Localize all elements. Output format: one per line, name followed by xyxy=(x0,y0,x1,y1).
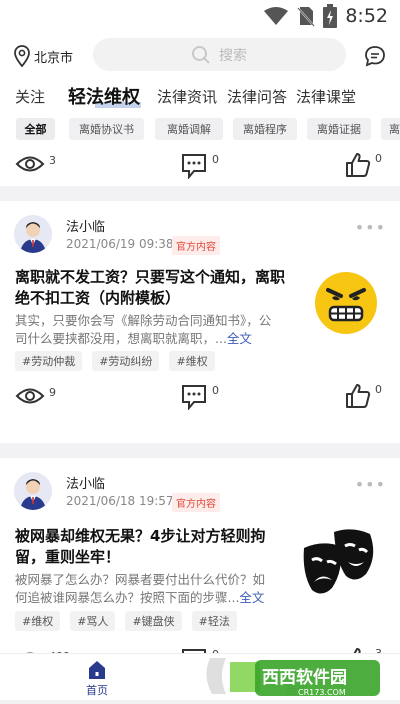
watermark-text: 西西软件园 xyxy=(262,667,347,688)
like-count[interactable]: 0 xyxy=(345,152,382,178)
post-date: 2021/06/19 09:38 xyxy=(66,237,174,251)
author-name[interactable]: 法小临 xyxy=(66,473,105,492)
full-text-link[interactable]: 全文 xyxy=(227,331,252,346)
chip-divorce-evidence[interactable]: 离婚证据 xyxy=(307,118,371,140)
lawyer-avatar-icon xyxy=(14,472,52,510)
search-input[interactable]: 搜索 xyxy=(93,38,346,71)
top-bar: 北京市 搜索 xyxy=(0,34,400,78)
tab-legal-news[interactable]: 法律资讯 xyxy=(157,86,217,107)
tag-item[interactable]: #键盘侠 xyxy=(125,611,182,631)
article-excerpt[interactable]: 被网暴了怎么办？网暴者要付出什么代价？如何追被谁网暴怎么办？按照下面的步骤...… xyxy=(15,571,277,607)
article-card[interactable]: 法小临 2021/06/19 09:38 官方内容 ••• 离职就不发工资？只要… xyxy=(0,201,400,443)
tab-rights-protection[interactable]: 轻法维权 xyxy=(68,83,140,109)
chip-divorce-mediation[interactable]: 离婚调解 xyxy=(155,118,223,140)
nav-home[interactable]: 首页 xyxy=(86,660,108,698)
comment-count[interactable]: 0 xyxy=(180,153,219,179)
tab-legal-qa[interactable]: 法律问答 xyxy=(227,86,287,107)
previous-card-stats: 3 0 0 xyxy=(0,148,400,186)
theater-masks-icon xyxy=(303,529,374,594)
like-count[interactable]: 0 xyxy=(345,383,382,409)
article-excerpt[interactable]: 其实，只要你会写《解除劳动合同通知书》，公司什么要挟都没用，想离职就离职，...… xyxy=(15,312,277,348)
thumbs-up-icon xyxy=(346,384,371,408)
message-button[interactable] xyxy=(364,45,386,71)
tag-list: #维权 #骂人 #键盘侠 #轻法 xyxy=(15,611,237,631)
search-placeholder: 搜索 xyxy=(219,47,247,64)
chip-divorce-more[interactable]: 离 xyxy=(381,118,400,140)
tag-item[interactable]: #维权 xyxy=(15,611,61,631)
site-watermark: 西西软件园 CR173.COM xyxy=(200,652,400,700)
chip-all[interactable]: 全部 xyxy=(16,118,55,140)
category-tabs: 关注 轻法维权 法律资讯 法律问答 法律课堂 xyxy=(0,78,400,114)
article-title[interactable]: 被网暴却维权无果？4步让对方轻则拘留，重则坐牢！ xyxy=(15,526,285,568)
status-icons: 8:52 xyxy=(263,4,388,28)
location-pin-icon xyxy=(14,45,30,67)
article-thumbnail[interactable] xyxy=(300,528,384,606)
official-badge: 官方内容 xyxy=(172,236,220,255)
comment-icon xyxy=(182,154,206,179)
more-options-icon[interactable]: ••• xyxy=(355,475,386,494)
watermark-url: CR173.COM xyxy=(298,688,346,697)
view-count: 3 xyxy=(15,154,56,174)
tag-item[interactable]: #骂人 xyxy=(70,611,116,631)
battery-charging-icon xyxy=(323,4,338,28)
eye-icon xyxy=(15,156,45,172)
no-sim-icon xyxy=(297,7,316,27)
feed[interactable]: 3 0 0 法小临 2021/06/19 09:38 官方内容 ••• 离职就不… xyxy=(0,148,400,653)
watermark-logo: 西西软件园 CR173.COM xyxy=(206,658,380,697)
full-text-link[interactable]: 全文 xyxy=(239,590,264,605)
filter-chips: 全部 离婚协议书 离婚调解 离婚程序 离婚证据 离 xyxy=(0,114,400,148)
tab-legal-class[interactable]: 法律课堂 xyxy=(296,86,356,107)
comment-count[interactable]: 0 xyxy=(180,384,219,410)
eye-icon xyxy=(15,388,45,404)
wifi-icon xyxy=(264,7,289,25)
article-title[interactable]: 离职就不发工资？只要写这个通知，离职绝不扣工资（内附模板） xyxy=(15,267,285,309)
more-options-icon[interactable]: ••• xyxy=(355,218,386,237)
official-badge: 官方内容 xyxy=(172,493,220,512)
view-count: 9 xyxy=(15,386,56,406)
lawyer-avatar-icon xyxy=(14,215,52,253)
status-time: 8:52 xyxy=(345,5,388,27)
tag-item[interactable]: #轻法 xyxy=(191,611,237,631)
article-thumbnail[interactable] xyxy=(314,271,378,339)
author-name[interactable]: 法小临 xyxy=(66,216,105,235)
author-avatar[interactable] xyxy=(14,472,52,510)
angry-face-icon xyxy=(315,272,377,334)
chip-divorce-procedure[interactable]: 离婚程序 xyxy=(233,118,297,140)
tag-item[interactable]: #劳动仲裁 xyxy=(15,351,83,371)
tag-item[interactable]: #劳动纠纷 xyxy=(92,351,160,371)
location-selector[interactable]: 北京市 xyxy=(14,45,88,67)
article-card[interactable]: 法小临 2021/06/18 19:57 官方内容 ••• 被网暴却维权无果？4… xyxy=(0,458,400,653)
home-icon xyxy=(89,661,105,679)
thumbs-up-icon xyxy=(346,153,371,177)
comment-icon xyxy=(182,385,206,410)
author-avatar[interactable] xyxy=(14,215,52,253)
tag-item[interactable]: #维权 xyxy=(169,351,215,371)
post-date: 2021/06/18 19:57 xyxy=(66,494,174,508)
message-icon xyxy=(365,46,385,67)
search-icon xyxy=(192,45,210,64)
nav-home-label: 首页 xyxy=(86,684,108,697)
location-label: 北京市 xyxy=(34,50,74,66)
chip-divorce-agreement[interactable]: 离婚协议书 xyxy=(69,118,144,140)
tag-list: #劳动仲裁 #劳动纠纷 #维权 xyxy=(15,351,215,371)
tab-follow[interactable]: 关注 xyxy=(15,86,45,107)
status-bar: 8:52 xyxy=(0,0,400,34)
